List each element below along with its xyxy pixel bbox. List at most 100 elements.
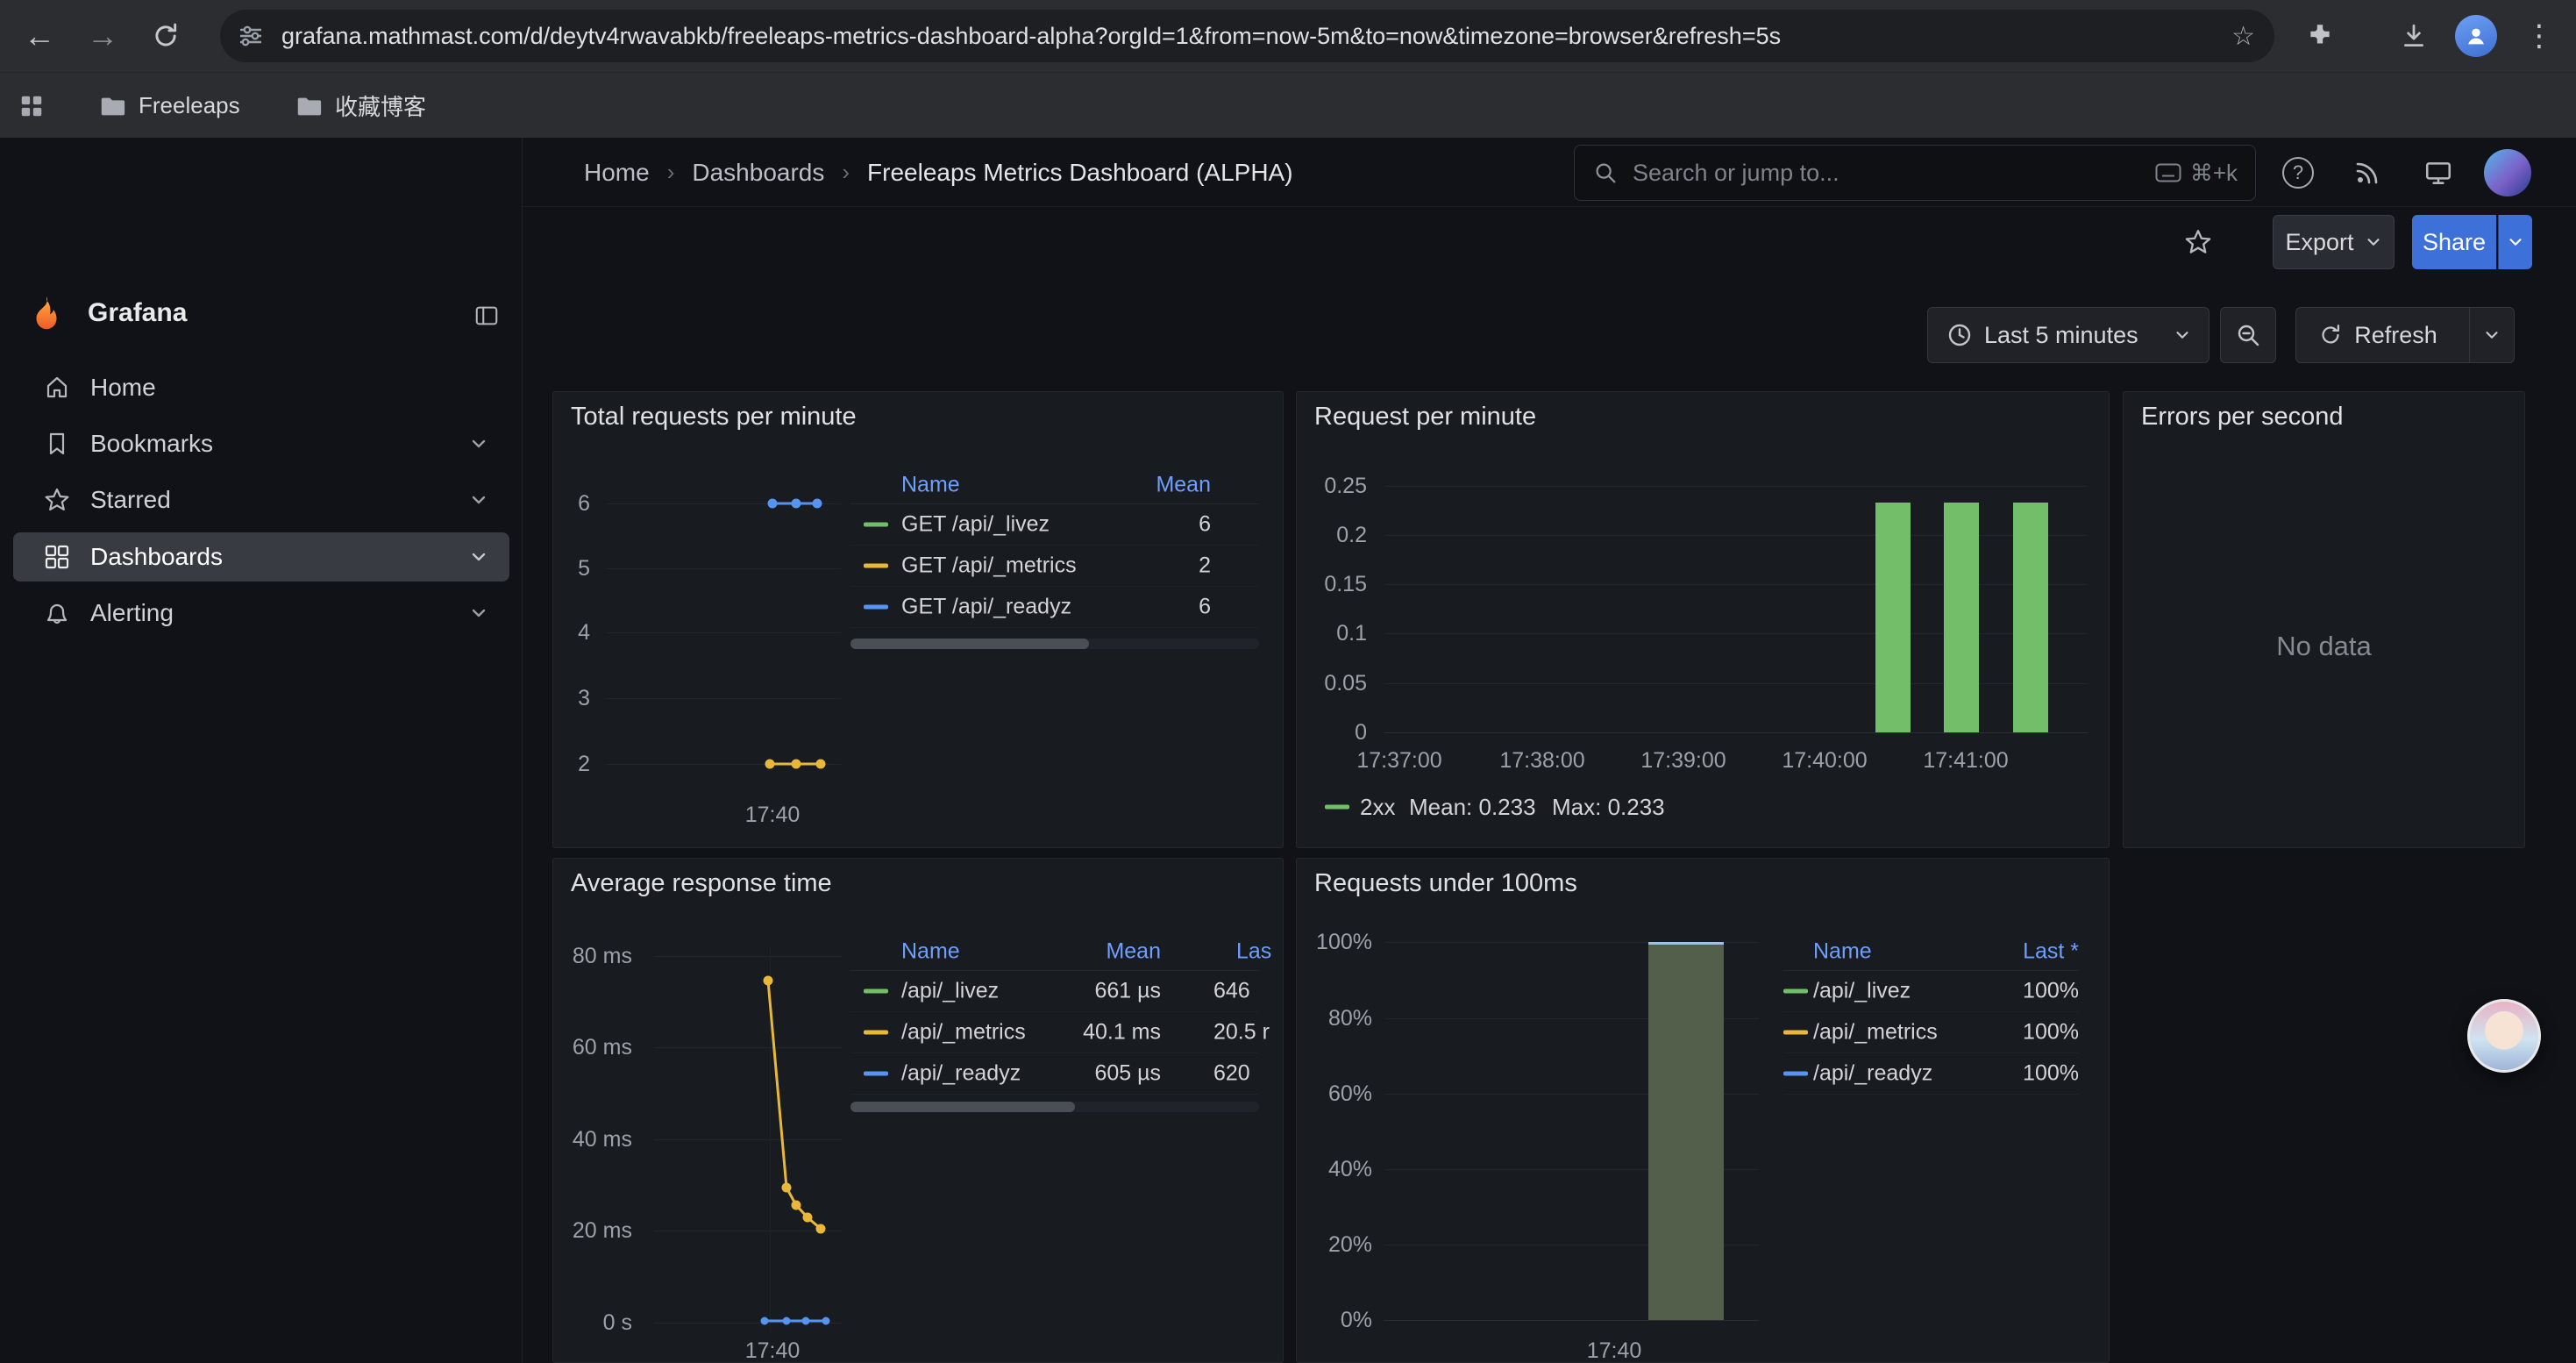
legend-header-name[interactable]: Name xyxy=(901,938,960,964)
series-name[interactable]: /api/_metrics xyxy=(1813,1020,1938,1045)
chevron-down-icon[interactable] xyxy=(467,489,490,511)
share-menu-button[interactable] xyxy=(2498,215,2532,269)
sidebar-item-label: Starred xyxy=(90,486,171,514)
series-color-icon xyxy=(864,1072,888,1076)
legend-row[interactable]: /api/_metrics 100% xyxy=(1783,1012,2079,1053)
dock-menu-button[interactable] xyxy=(467,298,506,333)
export-button[interactable]: Export xyxy=(2273,215,2395,269)
legend-row[interactable]: GET /api/_metrics 2 xyxy=(850,546,1259,587)
series-last: 20.5 r xyxy=(1213,1020,1270,1045)
legend-scrollbar-thumb[interactable] xyxy=(850,639,1089,649)
legend-row[interactable]: /api/_livez 100% xyxy=(1783,971,2079,1012)
line-chart-plot xyxy=(654,942,851,1345)
sidebar-item-starred[interactable]: Starred xyxy=(13,475,509,525)
search-box[interactable]: ⌘+k xyxy=(1574,145,2256,201)
line-chart-plot xyxy=(606,480,851,796)
chevron-down-icon[interactable] xyxy=(467,432,490,455)
back-button[interactable]: ← xyxy=(15,11,64,61)
series-color-icon xyxy=(1783,1072,1808,1076)
sidebar-item-alerting[interactable]: Alerting xyxy=(13,589,509,638)
panel-title[interactable]: Total requests per minute xyxy=(571,403,857,432)
legend-row[interactable]: /api/_readyz 100% xyxy=(1783,1053,2079,1095)
series-name[interactable]: 2xx xyxy=(1360,792,1395,822)
legend-row[interactable]: /api/_readyz 605 µs 620 xyxy=(850,1053,1259,1095)
apps-grid-icon xyxy=(18,93,45,119)
refresh-button[interactable]: Refresh xyxy=(2296,308,2459,362)
series-last: 100% xyxy=(2023,979,2079,1004)
series-name[interactable]: GET /api/_readyz xyxy=(901,595,1071,620)
apps-grid-button[interactable] xyxy=(12,87,51,125)
chevron-down-icon xyxy=(2365,233,2382,251)
legend-row[interactable]: /api/_metrics 40.1 ms 20.5 r xyxy=(850,1012,1259,1053)
grafana-logo[interactable] xyxy=(26,294,67,334)
share-button[interactable]: Share xyxy=(2412,215,2496,269)
legend-table: Name Mean Las /api/_livez 661 µs 646 /ap… xyxy=(850,932,1259,1095)
y-tick: 40 ms xyxy=(562,1126,632,1152)
legend-header-mean[interactable]: Mean xyxy=(1038,938,1161,964)
legend-header-last[interactable]: Last * xyxy=(2023,938,2079,964)
bookmark-blog-folder[interactable]: 收藏博客 xyxy=(295,73,426,139)
browser-profile-button[interactable] xyxy=(2455,15,2497,57)
reload-button[interactable] xyxy=(141,11,190,61)
series-mean: 40.1 ms xyxy=(1038,1020,1161,1045)
user-avatar[interactable] xyxy=(2484,149,2531,196)
news-button[interactable] xyxy=(2346,152,2388,194)
legend-header-name[interactable]: Name xyxy=(1813,938,1872,964)
legend-scrollbar-thumb[interactable] xyxy=(850,1102,1075,1112)
sidebar-item-dashboards[interactable]: Dashboards xyxy=(13,532,509,582)
legend-header-last[interactable]: Las xyxy=(1236,938,1271,964)
series-color-icon xyxy=(1783,989,1808,994)
breadcrumb-dashboards[interactable]: Dashboards xyxy=(692,159,824,187)
sidebar-item-home[interactable]: Home xyxy=(13,363,509,412)
floating-assistant-avatar[interactable] xyxy=(2467,999,2541,1073)
panel-title[interactable]: Request per minute xyxy=(1314,403,1536,432)
series-name[interactable]: /api/_readyz xyxy=(901,1061,1021,1087)
panel-title[interactable]: Requests under 100ms xyxy=(1314,869,1577,898)
series-color-icon xyxy=(1325,805,1349,810)
legend-row[interactable]: GET /api/_livez 6 xyxy=(850,504,1259,546)
help-button[interactable]: ? xyxy=(2277,152,2319,194)
legend-row[interactable]: /api/_livez 661 µs 646 xyxy=(850,971,1259,1012)
series-name[interactable]: /api/_readyz xyxy=(1813,1061,1932,1087)
series-name[interactable]: /api/_metrics xyxy=(901,1020,1026,1045)
series-last: 100% xyxy=(2023,1020,2079,1045)
y-tick: 100% xyxy=(1311,929,1372,955)
address-bar[interactable]: grafana.mathmast.com/d/deytv4rwavabkb/fr… xyxy=(220,10,2274,62)
panel-title[interactable]: Average response time xyxy=(571,869,832,898)
chevron-down-icon[interactable] xyxy=(467,546,490,568)
overflow-menu-icon: ⋮ xyxy=(2524,18,2556,54)
series-color-icon xyxy=(864,564,888,568)
forward-icon: → xyxy=(87,18,118,54)
series-name[interactable]: /api/_livez xyxy=(901,979,999,1004)
bar-2xx xyxy=(2013,503,2048,732)
gridline xyxy=(1384,584,2088,585)
kiosk-mode-button[interactable] xyxy=(2417,152,2459,194)
zoom-out-button[interactable] xyxy=(2220,307,2276,363)
refresh-interval-button[interactable] xyxy=(2469,308,2514,362)
legend-header-name[interactable]: Name xyxy=(901,472,960,497)
legend-inline[interactable]: 2xx Mean: 0.233 Max: 0.233 xyxy=(1297,792,2110,822)
dashboards-grid-icon xyxy=(43,543,71,571)
gridline xyxy=(1384,633,2088,634)
downloads-button[interactable] xyxy=(2389,11,2438,61)
series-name[interactable]: /api/_livez xyxy=(1813,979,1911,1004)
extensions-button[interactable] xyxy=(2295,11,2345,61)
search-input[interactable] xyxy=(1633,160,2141,187)
legend-header-mean[interactable]: Mean xyxy=(1156,472,1211,497)
monitor-icon xyxy=(2423,158,2453,188)
favorite-dashboard-button[interactable] xyxy=(2175,219,2221,265)
time-range-picker[interactable]: Last 5 minutes xyxy=(1927,307,2210,363)
sidebar-item-bookmarks[interactable]: Bookmarks xyxy=(13,419,509,468)
x-tick: 17:40 xyxy=(1553,1338,1676,1363)
browser-menu-button[interactable]: ⋮ xyxy=(2516,11,2565,61)
chevron-down-icon[interactable] xyxy=(467,602,490,624)
series-name[interactable]: GET /api/_metrics xyxy=(901,553,1077,579)
panel-title[interactable]: Errors per second xyxy=(2141,403,2344,432)
forward-button[interactable]: → xyxy=(78,11,127,61)
bookmark-freeleaps[interactable]: Freeleaps xyxy=(98,73,240,139)
legend-row[interactable]: GET /api/_readyz 6 xyxy=(850,587,1259,628)
bookmark-star-icon[interactable]: ☆ xyxy=(2231,21,2255,52)
site-info-button[interactable] xyxy=(220,10,281,62)
series-name[interactable]: GET /api/_livez xyxy=(901,512,1050,538)
breadcrumb-home[interactable]: Home xyxy=(584,159,650,187)
